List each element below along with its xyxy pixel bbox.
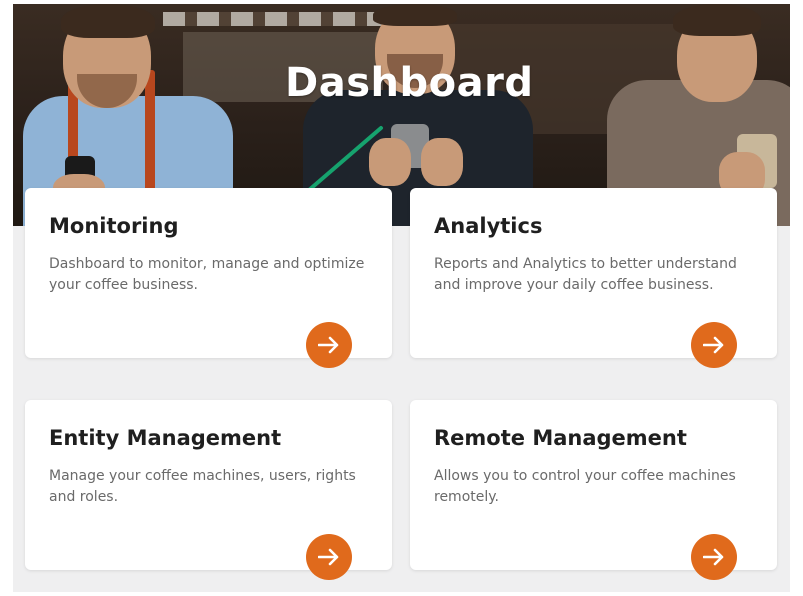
entity-management-open-button[interactable] xyxy=(306,534,352,580)
arrow-right-icon xyxy=(703,336,724,354)
card-remote-management[interactable]: Remote Management Allows you to control … xyxy=(410,400,777,580)
arrow-right-icon xyxy=(318,548,339,566)
card-title: Remote Management xyxy=(434,426,687,450)
page-title: Dashboard xyxy=(285,60,534,106)
card-description: Manage your coffee machines, users, righ… xyxy=(49,468,356,505)
card-description: Dashboard to monitor, manage and optimiz… xyxy=(49,256,365,293)
card-entity-management[interactable]: Entity Management Manage your coffee mac… xyxy=(25,400,392,580)
card-title: Analytics xyxy=(434,214,543,238)
arrow-right-icon xyxy=(703,548,724,566)
card-analytics[interactable]: Analytics Reports and Analytics to bette… xyxy=(410,188,777,368)
card-monitoring[interactable]: Monitoring Dashboard to monitor, manage … xyxy=(25,188,392,368)
dashboard-frame: Dashboard Monitoring Dashboard to monito… xyxy=(13,4,790,592)
card-description: Reports and Analytics to better understa… xyxy=(434,256,737,293)
analytics-open-button[interactable] xyxy=(691,322,737,368)
card-title: Entity Management xyxy=(49,426,282,450)
card-description: Allows you to control your coffee machin… xyxy=(434,468,736,505)
remote-management-open-button[interactable] xyxy=(691,534,737,580)
card-title: Monitoring xyxy=(49,214,179,238)
arrow-right-icon xyxy=(318,336,339,354)
monitoring-open-button[interactable] xyxy=(306,322,352,368)
